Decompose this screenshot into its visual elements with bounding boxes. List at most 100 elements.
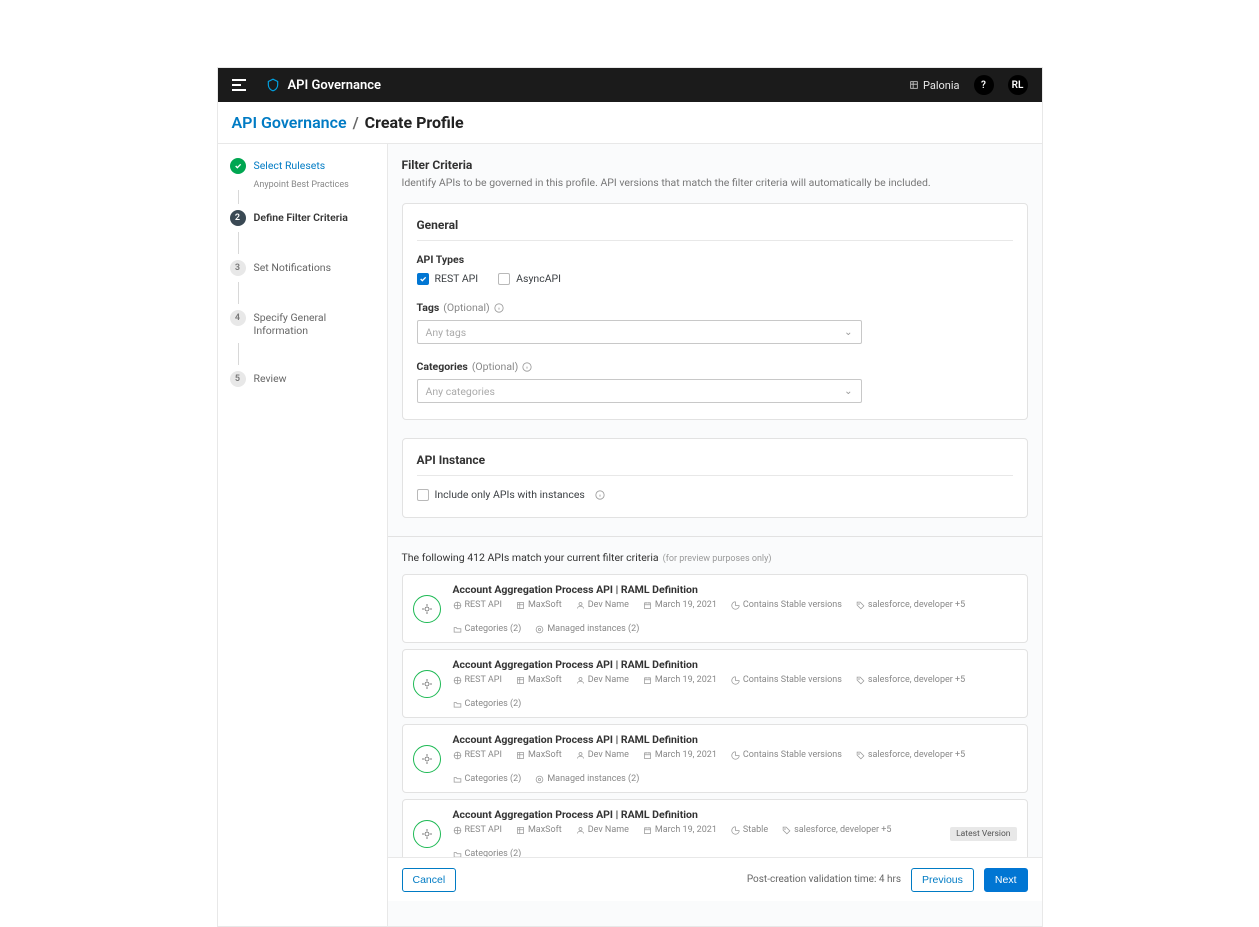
filter-criteria-title: Filter Criteria <box>402 158 1028 172</box>
api-meta-item: Dev Name <box>576 675 629 685</box>
breadcrumb-separator: / <box>353 113 359 132</box>
api-name: Account Aggregation Process API | RAML D… <box>453 733 1017 746</box>
categories-label: Categories (Optional) <box>417 360 1013 373</box>
chevron-down-icon: ⌄ <box>844 386 852 397</box>
tags-placeholder: Any tags <box>426 326 467 339</box>
breadcrumb-section[interactable]: API Governance <box>232 113 347 132</box>
check-icon <box>230 158 246 174</box>
org-switcher[interactable]: Palonia <box>909 79 960 92</box>
api-icon <box>413 595 441 623</box>
api-meta-item: REST API <box>453 675 502 685</box>
api-meta-item: MaxSoft <box>516 750 562 760</box>
breadcrumb: API Governance / Create Profile <box>218 102 1042 144</box>
api-item[interactable]: Account Aggregation Process API | RAML D… <box>402 574 1028 643</box>
topbar: API Governance Palonia ? RL <box>218 68 1042 102</box>
step-2-badge: 2 <box>230 210 246 226</box>
include-instances-checkbox[interactable]: Include only APIs with instances <box>417 488 1013 501</box>
org-name: Palonia <box>923 79 960 92</box>
api-meta-item: Categories (2) <box>453 624 522 634</box>
include-instances-label: Include only APIs with instances <box>435 488 585 501</box>
step-5[interactable]: 5 Review <box>230 371 379 387</box>
rest-api-checkbox[interactable]: REST API <box>417 272 479 285</box>
api-meta-item: March 19, 2021 <box>643 600 717 610</box>
step-4-label: Specify General Information <box>254 310 379 337</box>
api-meta-item: Categories (2) <box>453 699 522 709</box>
info-icon[interactable] <box>595 490 605 500</box>
api-meta-item: salesforce, developer +5 <box>782 825 891 835</box>
avatar-button[interactable]: RL <box>1008 75 1028 95</box>
api-meta-item: REST API <box>453 600 502 610</box>
api-meta-item: Dev Name <box>576 825 629 835</box>
api-meta-item: Contains Stable versions <box>731 750 842 760</box>
app-title: API Governance <box>288 78 382 93</box>
api-meta-item: MaxSoft <box>516 825 562 835</box>
api-meta-item: REST API <box>453 750 502 760</box>
filter-criteria-desc: Identify APIs to be governed in this pro… <box>402 176 1028 189</box>
next-button[interactable]: Next <box>984 868 1028 892</box>
step-1-label: Select Rulesets <box>254 158 326 172</box>
api-name: Account Aggregation Process API | RAML D… <box>453 658 1017 671</box>
info-icon[interactable] <box>494 303 504 313</box>
help-button[interactable]: ? <box>974 75 994 95</box>
post-validation-text: Post-creation validation time: 4 hrs <box>747 874 901 885</box>
api-meta-item: Dev Name <box>576 600 629 610</box>
rest-api-label: REST API <box>435 272 479 285</box>
latest-version-badge: Latest Version <box>950 827 1016 841</box>
tags-input[interactable]: Any tags ⌄ <box>417 320 862 344</box>
checkbox-unchecked-icon <box>417 489 429 501</box>
step-1[interactable]: Select Rulesets <box>230 158 379 174</box>
api-meta-item: REST API <box>453 825 502 835</box>
api-name: Account Aggregation Process API | RAML D… <box>453 808 939 821</box>
step-3-badge: 3 <box>230 260 246 276</box>
api-instance-heading: API Instance <box>417 453 1013 476</box>
api-meta-item: Managed instances (2) <box>535 774 639 784</box>
previous-button[interactable]: Previous <box>911 868 974 892</box>
api-item[interactable]: Account Aggregation Process API | RAML D… <box>402 649 1028 718</box>
general-card: General API Types REST API AsyncAPI <box>402 203 1028 420</box>
api-instance-card: API Instance Include only APIs with inst… <box>402 438 1028 518</box>
api-meta-item: March 19, 2021 <box>643 750 717 760</box>
api-meta-item: salesforce, developer +5 <box>856 675 965 685</box>
api-meta-item: Categories (2) <box>453 774 522 784</box>
asyncapi-label: AsyncAPI <box>516 272 561 285</box>
step-sidebar: Select Rulesets Anypoint Best Practices … <box>218 144 388 926</box>
api-meta-item: Dev Name <box>576 750 629 760</box>
api-icon <box>413 670 441 698</box>
api-icon <box>413 820 441 848</box>
step-5-badge: 5 <box>230 371 246 387</box>
api-meta-item: March 19, 2021 <box>643 675 717 685</box>
api-meta-item: Managed instances (2) <box>535 624 639 634</box>
api-name: Account Aggregation Process API | RAML D… <box>453 583 1017 596</box>
api-meta-item: MaxSoft <box>516 600 562 610</box>
shield-icon <box>266 78 280 92</box>
results-summary: The following 412 APIs match your curren… <box>402 551 1028 564</box>
step-2[interactable]: 2 Define Filter Criteria <box>230 210 379 226</box>
categories-placeholder: Any categories <box>426 385 495 398</box>
info-icon[interactable] <box>522 362 532 372</box>
step-1-sub: Anypoint Best Practices <box>254 180 379 190</box>
page-title: Create Profile <box>365 113 464 132</box>
step-4[interactable]: 4 Specify General Information <box>230 310 379 337</box>
general-heading: General <box>417 218 1013 241</box>
footer-bar: Cancel Post-creation validation time: 4 … <box>388 857 1042 901</box>
categories-input[interactable]: Any categories ⌄ <box>417 379 862 403</box>
api-types-label: API Types <box>417 253 1013 266</box>
step-2-label: Define Filter Criteria <box>254 210 348 224</box>
api-icon <box>413 745 441 773</box>
cancel-button[interactable]: Cancel <box>402 868 457 892</box>
api-list: Account Aggregation Process API | RAML D… <box>402 574 1028 868</box>
step-5-label: Review <box>254 371 287 385</box>
api-item[interactable]: Account Aggregation Process API | RAML D… <box>402 724 1028 793</box>
org-icon <box>909 80 919 90</box>
api-meta-item: March 19, 2021 <box>643 825 717 835</box>
api-meta-item: salesforce, developer +5 <box>856 750 965 760</box>
asyncapi-checkbox[interactable]: AsyncAPI <box>498 272 561 285</box>
step-3-label: Set Notifications <box>254 260 332 274</box>
api-meta-item: Contains Stable versions <box>731 600 842 610</box>
api-meta-item: MaxSoft <box>516 675 562 685</box>
main-content: Filter Criteria Identify APIs to be gove… <box>388 144 1042 926</box>
menu-icon[interactable] <box>232 79 246 91</box>
api-meta-item: salesforce, developer +5 <box>856 600 965 610</box>
step-3[interactable]: 3 Set Notifications <box>230 260 379 276</box>
step-4-badge: 4 <box>230 310 246 326</box>
